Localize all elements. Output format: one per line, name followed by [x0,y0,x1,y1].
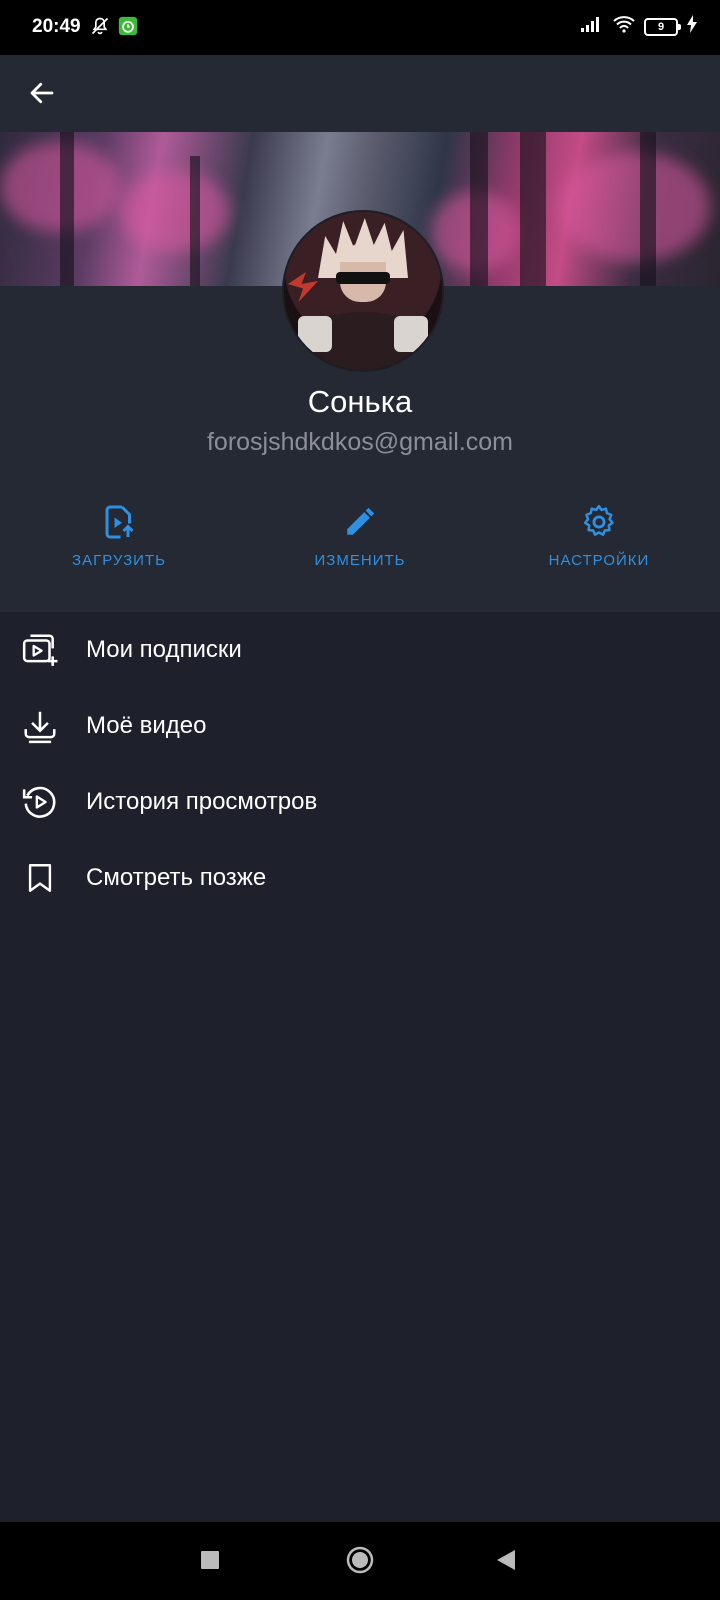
settings-button[interactable]: НАСТРОЙКИ [499,502,699,569]
profile-header: Сонька forosjshdkdkos@gmail.com ЗАГРУЗИТ… [0,132,720,612]
triangle-back-icon [495,1549,517,1576]
menu-label-watch-later: Смотреть позже [86,864,267,891]
edit-button[interactable]: ИЗМЕНИТЬ [260,502,460,569]
subscriptions-icon [20,630,60,670]
download-icon [20,706,60,746]
status-bar: 20:49 9 [0,0,720,55]
arrow-back-icon [27,78,57,113]
gear-icon [579,502,619,542]
avatar[interactable] [282,210,444,372]
upload-button[interactable]: ЗАГРУЗИТЬ [19,502,219,569]
menu-item-watch-later[interactable]: Смотреть позже [0,840,720,916]
back-button[interactable] [24,77,60,113]
profile-email: forosjshdkdkos@gmail.com [206,428,514,456]
signal-icon [580,15,604,38]
top-app-bar [0,55,720,132]
settings-label: НАСТРОЙКИ [548,552,650,569]
recents-button[interactable] [188,1540,232,1584]
nav-back-button[interactable] [484,1540,528,1584]
bell-off-icon [90,16,110,41]
wifi-icon [612,15,636,38]
circle-icon [345,1545,375,1580]
menu-label-my-video: Моё видео [86,712,207,739]
menu-item-history[interactable]: История просмотров [0,764,720,840]
profile-menu: Мои подписки Моё видео История просмотро… [0,612,720,916]
status-time: 20:49 [32,16,81,37]
history-icon [20,782,60,822]
square-icon [200,1550,220,1575]
pencil-icon [340,502,380,542]
upload-label: ЗАГРУЗИТЬ [72,552,166,569]
upload-video-icon [99,502,139,542]
system-nav-bar [0,1522,720,1600]
charging-icon [686,15,698,38]
battery-level: 9 [657,20,665,33]
edit-label: ИЗМЕНИТЬ [314,552,406,569]
home-button[interactable] [338,1540,382,1584]
profile-actions: ЗАГРУЗИТЬ ИЗМЕНИТЬ НАСТРОЙКИ [0,502,720,582]
menu-item-my-video[interactable]: Моё видео [0,688,720,764]
bookmark-icon [20,858,60,898]
alarm-icon [118,16,138,41]
battery-icon: 9 [644,17,681,36]
profile-name: Сонька [307,384,413,419]
menu-label-subscriptions: Мои подписки [86,636,242,663]
menu-item-subscriptions[interactable]: Мои подписки [0,612,720,688]
menu-label-history: История просмотров [86,788,318,815]
